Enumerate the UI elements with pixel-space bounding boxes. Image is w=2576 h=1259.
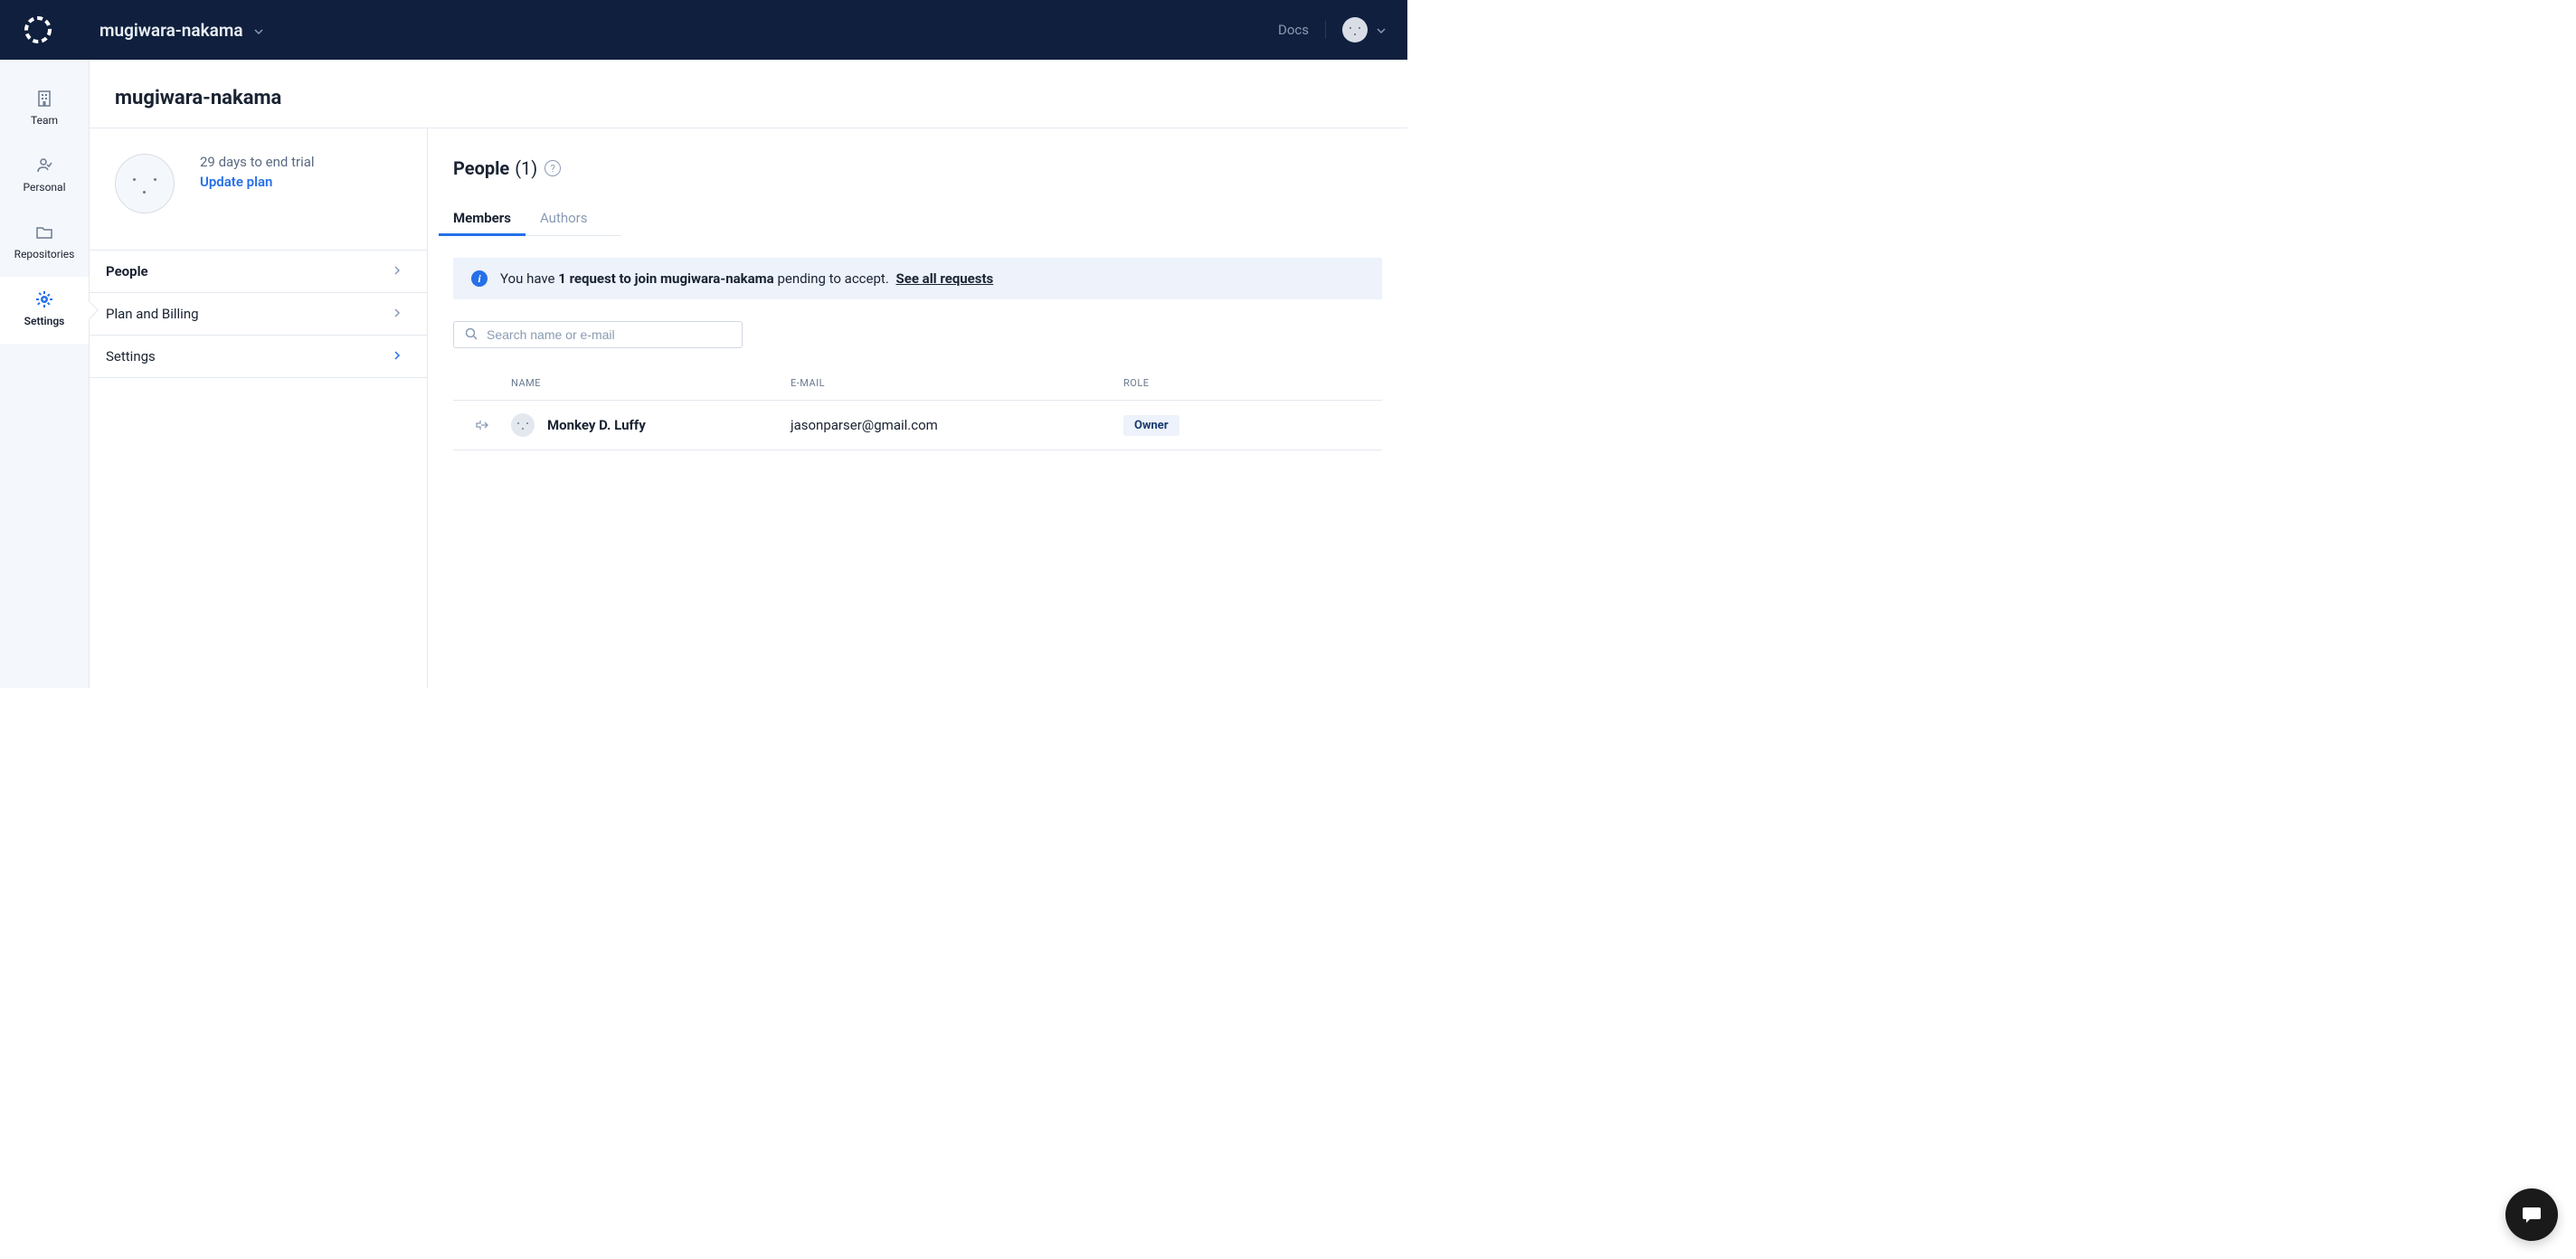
col-email: E-MAIL — [791, 377, 1123, 389]
sidebar-label: Settings — [24, 315, 65, 327]
row-action-icon[interactable] — [453, 419, 511, 431]
search-icon — [465, 327, 478, 344]
trial-status: 29 days to end trial — [200, 154, 315, 170]
settings-nav-settings[interactable]: Settings — [90, 336, 427, 378]
person-icon — [34, 156, 54, 175]
nav-label: Plan and Billing — [106, 306, 199, 322]
member-email: jasonparser@gmail.com — [791, 417, 1123, 433]
sidebar-item-personal[interactable]: Personal — [0, 143, 89, 210]
chevron-right-icon — [393, 265, 402, 278]
search-input[interactable] — [487, 327, 731, 342]
banner-bold: 1 request to join mugiwara-nakama — [558, 270, 773, 287]
nav-label: People — [106, 263, 148, 279]
people-table: NAME E-MAIL ROLE Monkey D. Luffy — [453, 377, 1382, 450]
docs-link[interactable]: Docs — [1278, 22, 1309, 38]
org-switcher[interactable]: mugiwara-nakama — [99, 20, 263, 41]
org-name: mugiwara-nakama — [99, 20, 243, 41]
sidebar-item-repositories[interactable]: Repositories — [0, 210, 89, 277]
chevron-right-icon — [393, 350, 402, 363]
folder-icon — [34, 222, 54, 242]
table-row: Monkey D. Luffy jasonparser@gmail.com Ow… — [453, 401, 1382, 450]
sidebar-item-team[interactable]: Team — [0, 76, 89, 143]
settings-nav-people[interactable]: People — [90, 251, 427, 293]
settings-nav: People Plan and Billing Settings — [90, 250, 427, 378]
user-avatar — [1342, 17, 1368, 43]
member-name: Monkey D. Luffy — [547, 417, 646, 433]
update-plan-link[interactable]: Update plan — [200, 174, 315, 190]
nav-label: Settings — [106, 348, 156, 364]
col-role: ROLE — [1123, 377, 1382, 389]
banner-suffix: pending to accept. — [774, 270, 893, 287]
chat-icon — [2520, 1203, 2543, 1226]
chevron-down-icon — [254, 20, 263, 41]
tab-members[interactable]: Members — [453, 201, 511, 235]
user-menu[interactable] — [1342, 17, 1386, 43]
divider — [1325, 21, 1326, 39]
org-avatar — [115, 154, 175, 213]
tab-authors[interactable]: Authors — [540, 201, 588, 235]
settings-panel: 29 days to end trial Update plan People … — [90, 128, 428, 688]
sidebar-label: Personal — [23, 181, 65, 194]
search-box[interactable] — [453, 321, 743, 348]
pending-requests-banner: i You have 1 request to join mugiwara-na… — [453, 258, 1382, 299]
people-section: People (1) ? Members Authors i You have … — [428, 128, 1407, 688]
heading-count: (1) — [515, 157, 537, 179]
people-tabs: Members Authors — [453, 201, 621, 236]
logo-icon — [23, 14, 53, 45]
org-card: 29 days to end trial Update plan — [90, 154, 427, 250]
member-avatar — [511, 413, 535, 437]
sidebar-item-settings[interactable]: Settings — [0, 277, 89, 344]
sidebar-label: Repositories — [14, 248, 75, 260]
settings-nav-billing[interactable]: Plan and Billing — [90, 293, 427, 336]
see-all-requests-link[interactable]: See all requests — [896, 270, 994, 287]
building-icon — [34, 89, 54, 109]
chat-button[interactable] — [2505, 1188, 2558, 1241]
sidebar: Team Personal Repositories Settings — [0, 60, 90, 688]
member-role-cell: Owner — [1123, 415, 1382, 436]
table-header: NAME E-MAIL ROLE — [453, 377, 1382, 401]
people-heading: People (1) ? — [453, 157, 1382, 179]
help-icon[interactable]: ? — [545, 160, 561, 176]
role-badge: Owner — [1123, 415, 1179, 436]
page-header: mugiwara-nakama — [90, 60, 1407, 128]
sidebar-label: Team — [31, 114, 58, 127]
page-title: mugiwara-nakama — [115, 87, 1382, 109]
heading-label: People — [453, 157, 509, 179]
chevron-down-icon — [1377, 22, 1386, 39]
chevron-right-icon — [393, 308, 402, 320]
main-content: mugiwara-nakama 29 days to end trial Upd… — [90, 60, 1407, 688]
col-name: NAME — [511, 377, 791, 389]
info-icon: i — [471, 270, 488, 287]
app-logo[interactable] — [22, 14, 54, 46]
gear-icon — [34, 289, 54, 309]
topbar: mugiwara-nakama Docs — [0, 0, 1407, 60]
banner-prefix: You have — [500, 270, 558, 287]
member-name-cell: Monkey D. Luffy — [511, 413, 791, 437]
